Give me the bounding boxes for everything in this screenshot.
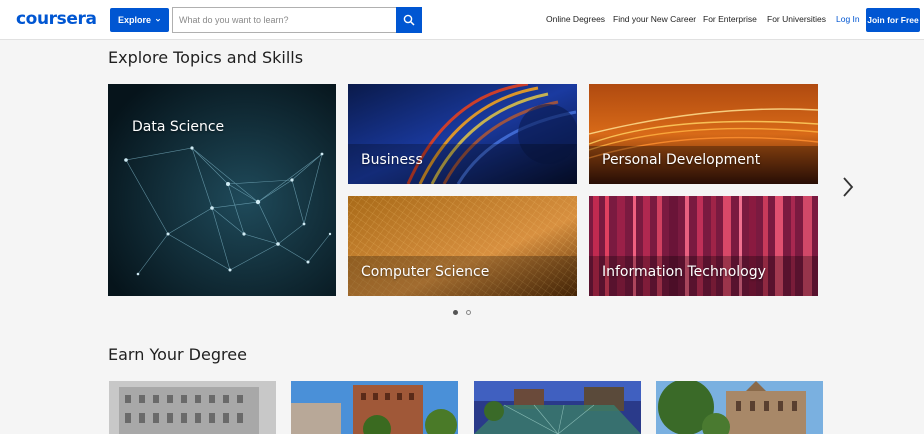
explore-button[interactable]: Explore xyxy=(110,8,169,32)
degree-card-1[interactable] xyxy=(109,381,276,434)
degree-card-3[interactable] xyxy=(474,381,641,434)
chevron-down-icon xyxy=(155,18,161,22)
chevron-right-icon[interactable] xyxy=(840,176,856,198)
nav-find-new-career[interactable]: Find your New Career xyxy=(613,14,696,24)
login-link[interactable]: Log In xyxy=(836,14,860,24)
explore-topics-heading: Explore Topics and Skills xyxy=(108,48,304,67)
carousel-dot-1[interactable] xyxy=(453,310,458,315)
degree-card-image xyxy=(656,381,823,434)
data-science-network-image xyxy=(108,84,336,296)
topic-tile-information-technology[interactable]: Information Technology xyxy=(589,196,818,296)
earn-degree-heading: Earn Your Degree xyxy=(108,345,247,364)
tile-label-computer-science: Computer Science xyxy=(361,264,490,280)
degree-card-image xyxy=(474,381,641,434)
tile-label-personal-development: Personal Development xyxy=(602,152,761,168)
business-image xyxy=(348,84,577,184)
carousel-dot-2[interactable] xyxy=(466,310,471,315)
explore-button-label: Explore xyxy=(117,15,151,25)
topic-tile-computer-science[interactable]: Computer Science xyxy=(348,196,577,296)
nav-for-universities[interactable]: For Universities xyxy=(767,14,826,24)
search-icon xyxy=(403,14,415,26)
degree-card-2[interactable] xyxy=(291,381,458,434)
topic-tile-business[interactable]: Business xyxy=(348,84,577,184)
join-for-free-button[interactable]: Join for Free xyxy=(866,8,920,32)
search-input[interactable] xyxy=(172,7,396,33)
degree-card-image xyxy=(291,381,458,434)
nav-online-degrees[interactable]: Online Degrees xyxy=(546,14,605,24)
coursera-logo[interactable]: coursera xyxy=(16,9,97,29)
degree-card-image xyxy=(109,381,276,434)
search-button[interactable] xyxy=(396,7,422,33)
tile-label-information-technology: Information Technology xyxy=(602,264,766,280)
tile-label-data-science: Data Science xyxy=(132,119,225,135)
degree-card-4[interactable] xyxy=(656,381,823,434)
search-bar xyxy=(172,7,422,33)
tile-label-business: Business xyxy=(361,152,423,168)
information-technology-image xyxy=(589,196,818,296)
top-navigation-bar: coursera Explore Online Degrees Find you… xyxy=(0,0,924,40)
personal-development-image xyxy=(589,84,818,184)
nav-for-enterprise[interactable]: For Enterprise xyxy=(703,14,757,24)
computer-science-image xyxy=(348,196,577,296)
topic-tile-personal-development[interactable]: Personal Development xyxy=(589,84,818,184)
topic-tile-data-science[interactable]: Data Science xyxy=(108,84,336,296)
